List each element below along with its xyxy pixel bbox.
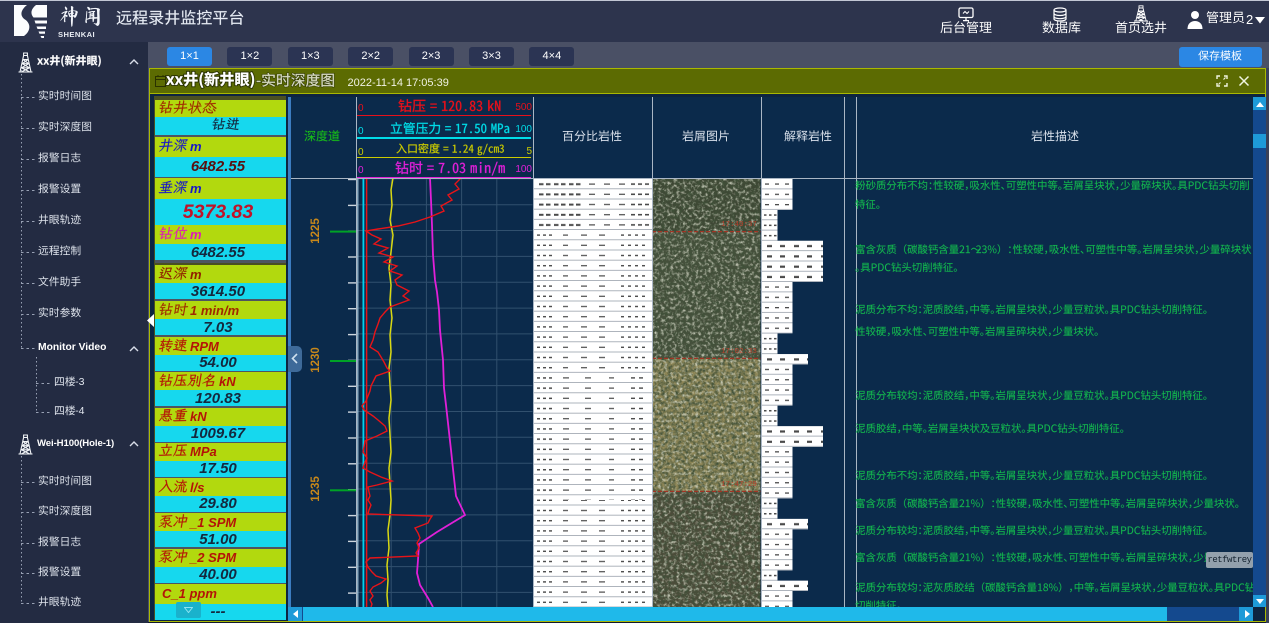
svg-text:17:02:33: 17:02:33 <box>721 348 757 356</box>
svg-text:17:40:37: 17:40:37 <box>721 221 757 229</box>
svg-text:17:47:29: 17:47:29 <box>721 481 757 489</box>
